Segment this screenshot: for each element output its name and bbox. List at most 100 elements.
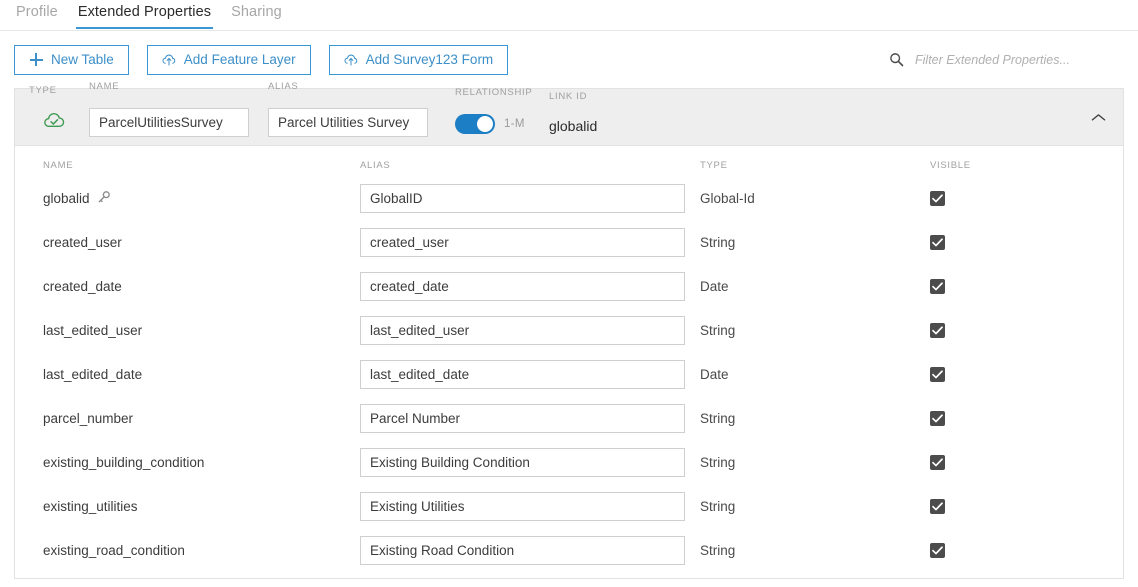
visible-checkbox[interactable] <box>930 543 945 558</box>
field-type-cell: String <box>700 499 930 514</box>
table-row: created_user String <box>15 220 1123 264</box>
field-name-cell: parcel_number <box>15 411 360 426</box>
field-name: created_user <box>43 235 122 250</box>
field-type-cell: Date <box>700 279 930 294</box>
field-type-cell: String <box>700 455 930 470</box>
search-icon[interactable] <box>889 52 904 67</box>
key-icon <box>97 190 111 207</box>
plus-icon <box>29 53 43 67</box>
upload-cloud-icon <box>344 53 358 67</box>
add-feature-layer-label: Add Feature Layer <box>184 52 296 67</box>
field-alias-input[interactable] <box>360 184 685 213</box>
column-header-visible: VISIBLE <box>930 160 1080 171</box>
field-name: existing_utilities <box>43 499 138 514</box>
field-name: last_edited_user <box>43 323 142 338</box>
tab-bar: Profile Extended Properties Sharing <box>0 0 1138 31</box>
field-alias-cell <box>360 448 700 477</box>
field-type-cell: String <box>700 543 930 558</box>
field-visible-cell <box>930 367 1080 382</box>
field-type-cell: Date <box>700 367 930 382</box>
field-alias-cell <box>360 360 700 389</box>
toggle-knob <box>477 116 493 132</box>
field-alias-input[interactable] <box>360 492 685 521</box>
field-type-cell: String <box>700 323 930 338</box>
link-id-column: LINK ID globalid <box>549 118 689 137</box>
add-survey123-form-button[interactable]: Add Survey123 Form <box>329 45 509 75</box>
field-visible-cell <box>930 543 1080 558</box>
column-header-type: TYPE <box>700 160 930 171</box>
visible-checkbox[interactable] <box>930 455 945 470</box>
add-survey123-form-label: Add Survey123 Form <box>366 52 494 67</box>
field-name-cell: created_user <box>15 235 360 250</box>
field-visible-cell <box>930 499 1080 514</box>
visible-checkbox[interactable] <box>930 191 945 206</box>
table-row: globalidGlobal-Id <box>15 176 1123 220</box>
field-name: parcel_number <box>43 411 133 426</box>
field-name-cell: last_edited_date <box>15 367 360 382</box>
table-row: created_dateDate <box>15 264 1123 308</box>
field-type-cell: String <box>700 235 930 250</box>
link-id-value: globalid <box>549 118 689 137</box>
field-alias-input[interactable] <box>360 536 685 565</box>
field-alias-cell <box>360 536 700 565</box>
toolbar: New Table Add Feature Layer Add Surv <box>0 31 1138 88</box>
field-visible-cell <box>930 279 1080 294</box>
field-alias-input[interactable] <box>360 272 685 301</box>
card-header: TYPE NAME ALIAS RELATIONSHIP <box>15 89 1123 146</box>
name-label: NAME <box>89 81 119 92</box>
add-feature-layer-button[interactable]: Add Feature Layer <box>147 45 311 75</box>
visible-checkbox[interactable] <box>930 235 945 250</box>
field-alias-cell <box>360 404 700 433</box>
collapse-card-button[interactable] <box>1083 105 1113 131</box>
field-name-cell: existing_utilities <box>15 499 360 514</box>
field-type-cell: Global-Id <box>700 191 930 206</box>
alias-label: ALIAS <box>268 81 298 92</box>
field-type-cell: String <box>700 411 930 426</box>
visible-checkbox[interactable] <box>930 367 945 382</box>
field-visible-cell <box>930 323 1080 338</box>
table-row: existing_building_condition String <box>15 440 1123 484</box>
field-alias-input[interactable] <box>360 404 685 433</box>
field-visible-cell <box>930 235 1080 250</box>
field-visible-cell <box>930 411 1080 426</box>
filter-extended-properties-input[interactable] <box>913 52 1108 68</box>
field-name: existing_building_condition <box>43 455 204 470</box>
new-table-button[interactable]: New Table <box>14 45 129 75</box>
visible-checkbox[interactable] <box>930 411 945 426</box>
field-visible-cell <box>930 455 1080 470</box>
tab-profile[interactable]: Profile <box>6 0 68 29</box>
field-alias-input[interactable] <box>360 228 685 257</box>
field-alias-cell <box>360 184 700 213</box>
field-name: existing_road_condition <box>43 543 185 558</box>
table-row: last_edited_user String <box>15 308 1123 352</box>
alias-column: ALIAS <box>268 108 428 137</box>
upload-cloud-icon <box>162 53 176 67</box>
filter-search <box>889 52 1124 68</box>
field-visible-cell <box>930 191 1080 206</box>
relationship-column: RELATIONSHIP 1-M <box>455 114 535 137</box>
field-alias-cell <box>360 492 700 521</box>
visible-checkbox[interactable] <box>930 279 945 294</box>
field-alias-input[interactable] <box>360 360 685 389</box>
field-alias-input[interactable] <box>360 316 685 345</box>
field-alias-cell <box>360 272 700 301</box>
tab-sharing[interactable]: Sharing <box>221 0 292 29</box>
table-name-input[interactable] <box>89 108 249 137</box>
field-alias-cell <box>360 316 700 345</box>
visible-checkbox[interactable] <box>930 499 945 514</box>
name-column: NAME <box>89 108 249 137</box>
visible-checkbox[interactable] <box>930 323 945 338</box>
fields-table-body: globalidGlobal-Idcreated_userStringcreat… <box>15 176 1123 572</box>
column-header-name: NAME <box>15 160 360 171</box>
table-row: last_edited_date Date <box>15 352 1123 396</box>
relationship-toggle[interactable] <box>455 114 495 134</box>
relationship-label: RELATIONSHIP <box>455 87 532 98</box>
table-row: existing_road_condition String <box>15 528 1123 572</box>
table-alias-input[interactable] <box>268 108 428 137</box>
relationship-cardinality: 1-M <box>504 118 525 130</box>
field-alias-input[interactable] <box>360 448 685 477</box>
tab-extended-properties[interactable]: Extended Properties <box>68 0 221 29</box>
field-name-cell: existing_building_condition <box>15 455 360 470</box>
field-alias-cell <box>360 228 700 257</box>
new-table-label: New Table <box>51 52 114 67</box>
